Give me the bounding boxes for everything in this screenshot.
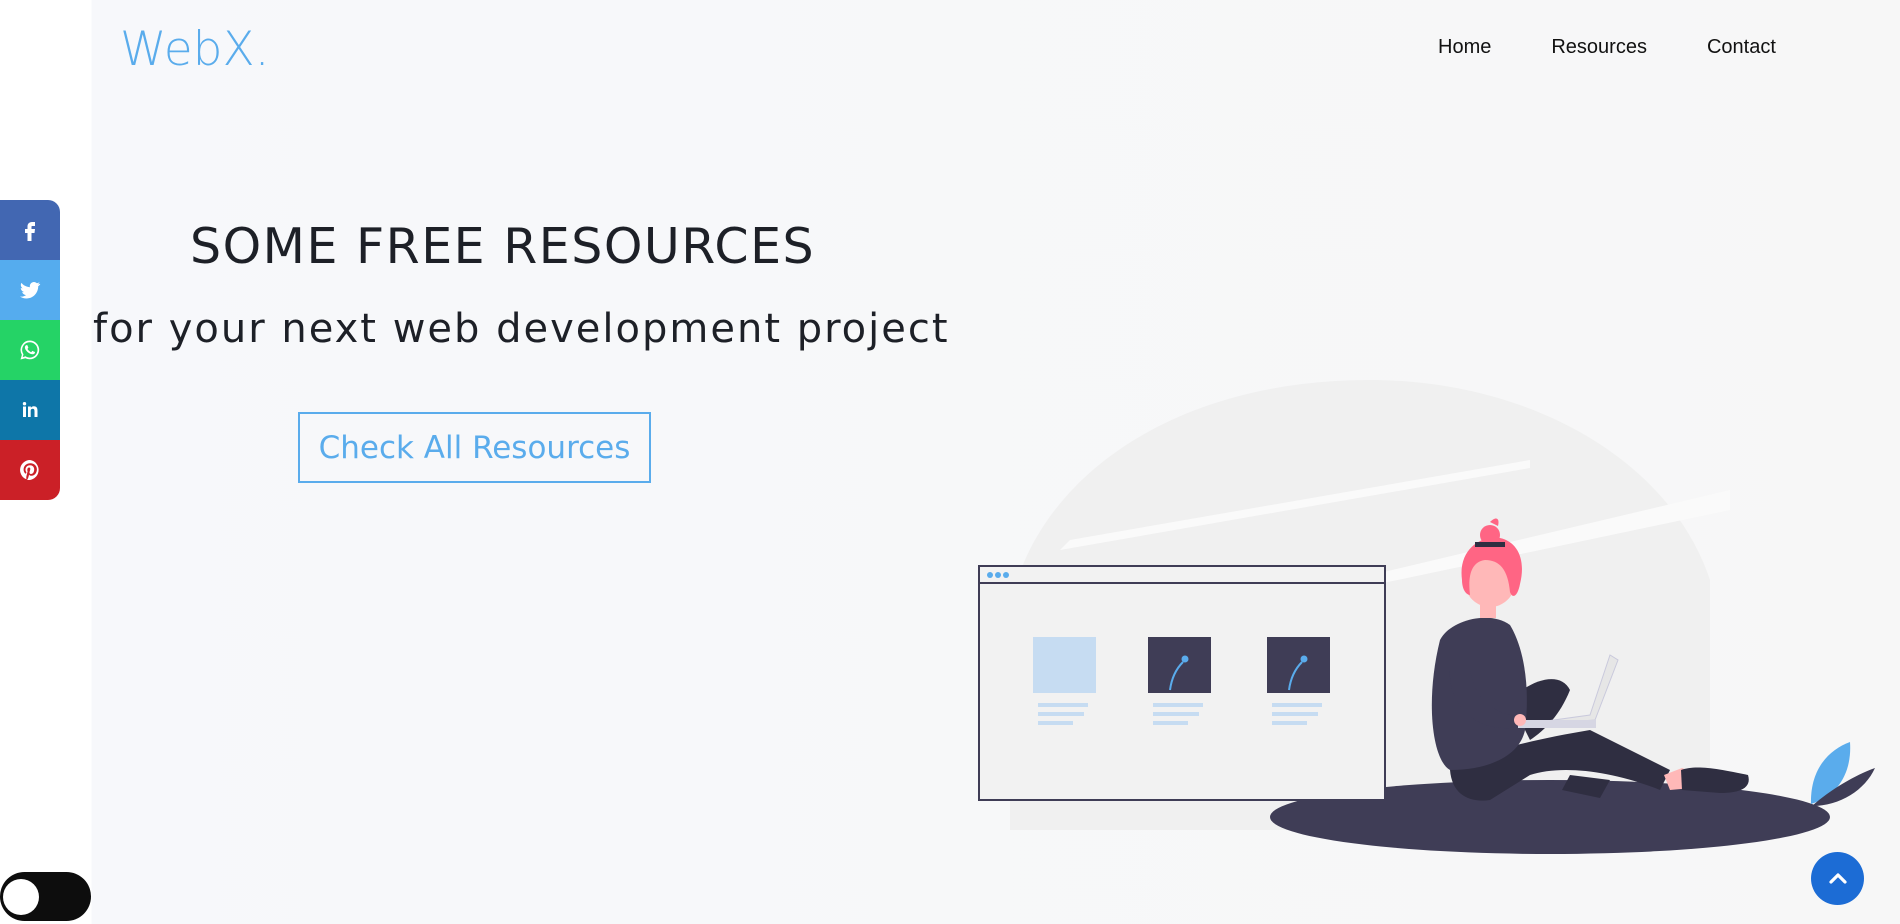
theme-toggle[interactable]: [0, 872, 91, 921]
chevron-up-icon: [1828, 872, 1847, 884]
linkedin-icon: [22, 402, 38, 417]
hero-subtitle: for your next web development project: [93, 306, 950, 352]
nav-contact[interactable]: Contact: [1707, 36, 1776, 59]
hero-illustration: [978, 380, 1875, 854]
whatsapp-icon: [20, 340, 40, 360]
facebook-icon: [25, 222, 35, 241]
twitter-icon: [20, 282, 41, 299]
theme-toggle-knob: [3, 879, 39, 915]
linkedin-share-button[interactable]: [0, 380, 60, 440]
hero-title: SOME FREE RESOURCES: [190, 218, 816, 275]
nav-resources[interactable]: Resources: [1551, 36, 1647, 59]
pinterest-icon: [20, 460, 39, 481]
social-share-bar: [0, 200, 60, 500]
whatsapp-share-button[interactable]: [0, 320, 60, 380]
twitter-share-button[interactable]: [0, 260, 60, 320]
pinterest-share-button[interactable]: [0, 440, 60, 500]
browser-window-graphic: [978, 565, 1386, 801]
logo[interactable]: WebX.: [120, 22, 270, 77]
facebook-share-button[interactable]: [0, 200, 60, 260]
scroll-to-top-button[interactable]: [1811, 852, 1864, 905]
main-nav: Home Resources Contact: [1438, 36, 1776, 59]
check-all-resources-button[interactable]: Check All Resources: [298, 412, 651, 483]
nav-home[interactable]: Home: [1438, 36, 1491, 59]
